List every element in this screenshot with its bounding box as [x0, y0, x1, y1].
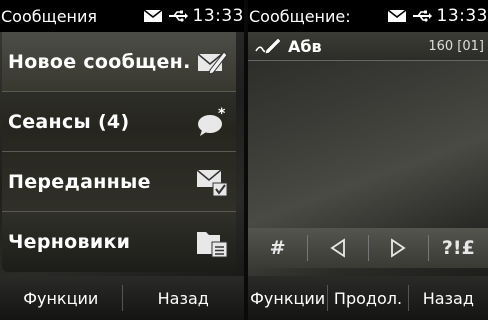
usb-icon: [168, 10, 188, 22]
menu-item-label: Новое сообщен.: [8, 50, 191, 73]
status-indicators: 13:33: [143, 0, 245, 32]
menu-item-conversations[interactable]: Сеансы (4) *: [2, 92, 236, 152]
symbols-key[interactable]: ?!£: [429, 228, 488, 268]
menu-item-sent[interactable]: Переданные: [2, 152, 236, 212]
chat-bubble-icon: *: [198, 106, 226, 136]
status-title: Сообщение:: [249, 6, 351, 26]
softkey-bar: Функции Продол. Назад: [248, 276, 488, 320]
status-title: Сообщения: [1, 6, 98, 26]
status-bar: Сообщения 13:33: [0, 0, 244, 32]
triangle-left-icon: [330, 238, 345, 258]
menu-item-label: Сеансы (4): [8, 110, 130, 133]
menu-item-label: Черновики: [8, 231, 131, 253]
options-softkey[interactable]: Функции: [0, 289, 122, 308]
envelope-icon: [143, 9, 162, 22]
back-softkey[interactable]: Назад: [123, 289, 245, 308]
pen-writing-icon: [255, 37, 282, 55]
usb-icon: [412, 10, 432, 22]
phone-screenshot: Сообщения 13:33 Новое сообщен. Сеансы (4…: [0, 0, 488, 320]
sent-mail-icon: [196, 169, 228, 197]
options-softkey[interactable]: Функции: [248, 289, 327, 308]
drafts-folder-icon: [197, 232, 228, 258]
svg-text:*: *: [218, 106, 226, 122]
triangle-right-icon: [391, 238, 406, 258]
compose-icon: [197, 51, 228, 75]
clock-time: 13:33: [192, 6, 244, 26]
editor-header: Абв 160 [01]: [248, 32, 488, 61]
status-bar: Сообщение: 13:33: [248, 0, 488, 32]
clock-time: 13:33: [436, 6, 488, 26]
envelope-icon: [387, 9, 406, 22]
cursor-right-key[interactable]: [369, 228, 428, 268]
keypad-toolbar: # ?!£: [248, 228, 488, 268]
messaging-menu-list: Новое сообщен. Сеансы (4) * Переданные Ч…: [2, 32, 236, 272]
continue-softkey[interactable]: Продол.: [328, 289, 407, 308]
cursor-left-key[interactable]: [308, 228, 367, 268]
softkey-bar: Функции Назад: [0, 276, 244, 320]
back-softkey[interactable]: Назад: [409, 289, 488, 308]
status-indicators: 13:33: [387, 0, 488, 32]
menu-item-new-message[interactable]: Новое сообщен.: [2, 32, 236, 92]
character-counter: 160 [01]: [428, 38, 484, 54]
hash-key[interactable]: #: [248, 228, 307, 268]
input-mode-indicator: Абв: [288, 36, 322, 56]
messaging-menu-screen: Сообщения 13:33 Новое сообщен. Сеансы (4…: [0, 0, 244, 320]
message-editor-screen: Сообщение: 13:33 Абв 160 [01] # ?!£ Функ…: [248, 0, 488, 320]
menu-item-label: Переданные: [8, 170, 151, 193]
message-text-area[interactable]: [248, 61, 488, 228]
menu-item-drafts[interactable]: Черновики: [2, 212, 236, 272]
